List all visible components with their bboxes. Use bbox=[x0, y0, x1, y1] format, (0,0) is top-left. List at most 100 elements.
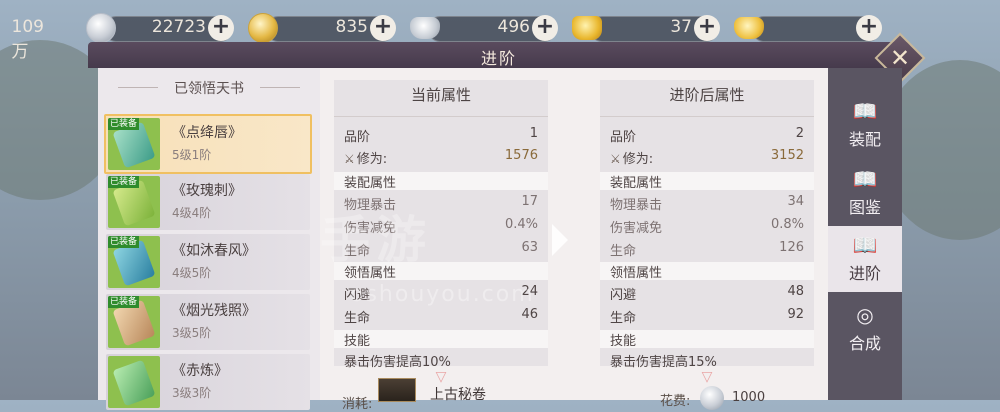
ancient-scroll-item-icon[interactable] bbox=[378, 378, 416, 402]
tab-synthesis[interactable]: ◎ 合成 bbox=[828, 296, 902, 360]
rank-label: 品阶 bbox=[610, 130, 637, 145]
equipped-tag: 已装备 bbox=[108, 118, 140, 130]
rank-row: 品阶 2 bbox=[610, 126, 804, 146]
attribute-row: 物理暴击 34 bbox=[610, 194, 804, 214]
currency-value: 496 bbox=[497, 17, 530, 37]
cultivation-label: 修为: bbox=[356, 152, 388, 167]
book-list-header: 已领悟天书 bbox=[98, 78, 320, 98]
tab-equip[interactable]: 📖 装配 bbox=[828, 92, 902, 156]
card-title: 当前属性 bbox=[410, 86, 471, 104]
cultivation-row: ⚔ 修为: 3152 bbox=[610, 148, 804, 168]
section-header: 装配属性 bbox=[600, 172, 814, 191]
rank-value: 2 bbox=[795, 126, 804, 141]
book-list-item[interactable]: 已装备 《点绛唇》 5级1阶 bbox=[104, 114, 312, 174]
book-list-item[interactable]: 《赤炼》 3级3阶 bbox=[106, 354, 310, 410]
chevron-down-icon: ▽ bbox=[701, 369, 713, 385]
book-icon: 📖 bbox=[852, 167, 878, 191]
attribute-value: 48 bbox=[787, 284, 804, 299]
chevron-down-icon: ▽ bbox=[435, 369, 447, 385]
attribute-label: 闪避 bbox=[610, 288, 637, 303]
attribute-label: 伤害减免 bbox=[610, 221, 663, 236]
cost-item-name: 上古秘卷 bbox=[430, 387, 486, 403]
cultivation-value: 1576 bbox=[504, 148, 538, 163]
currency-value: 22723 bbox=[151, 17, 206, 37]
add-currency-button[interactable]: + bbox=[856, 15, 882, 41]
after-attributes-card: 进阶后属性 品阶 2 ⚔ 修为: 3152 装配属性 物理暴击 34 伤害减免 0… bbox=[600, 80, 814, 384]
tab-advance[interactable]: 📖 进阶 bbox=[828, 226, 902, 292]
book-list-item[interactable]: 已装备 《玫瑰刺》 4级4阶 bbox=[106, 174, 310, 230]
divider bbox=[600, 116, 814, 117]
section-header: 领悟属性 bbox=[600, 262, 814, 281]
equipped-tag: 已装备 bbox=[108, 236, 140, 248]
book-level: 5级1阶 bbox=[172, 148, 212, 162]
section-header: 装配属性 bbox=[334, 172, 548, 191]
silver-coin-icon bbox=[700, 386, 724, 410]
attribute-value: 0.4% bbox=[504, 217, 538, 232]
window-title: 进阶 bbox=[480, 49, 517, 68]
card-title: 进阶后属性 bbox=[669, 86, 745, 104]
tab-label: 进阶 bbox=[848, 264, 881, 283]
cultivation-label: 修为: bbox=[622, 152, 654, 167]
book-level: 4级4阶 bbox=[172, 206, 212, 220]
book-name: 《赤炼》 bbox=[172, 363, 228, 379]
side-tabs: 📖 装配 📖 图鉴 📖 进阶 ◎ 合成 bbox=[828, 68, 902, 400]
book-thumbnail: 已装备 bbox=[108, 296, 160, 348]
attribute-row: 生命 126 bbox=[610, 240, 804, 260]
attribute-row: 闪避 48 bbox=[610, 284, 804, 304]
currency-value: 37 bbox=[670, 17, 692, 37]
book-name: 《玫瑰刺》 bbox=[172, 183, 242, 199]
book-list-item[interactable]: 已装备 《烟光残照》 3级5阶 bbox=[106, 294, 310, 350]
crossed-swords-icon: ⚔ bbox=[610, 152, 621, 166]
cost-label: 消耗: bbox=[342, 397, 373, 412]
attribute-value: 46 bbox=[521, 307, 538, 322]
swirl-icon: ◎ bbox=[856, 303, 874, 327]
book-thumbnail: 已装备 bbox=[108, 236, 160, 288]
tab-collection[interactable]: 📖 图鉴 bbox=[828, 160, 902, 224]
add-currency-button[interactable]: + bbox=[208, 15, 234, 41]
attribute-label: 生命 bbox=[610, 311, 637, 326]
silver-coin-icon bbox=[86, 13, 116, 43]
attribute-value: 126 bbox=[779, 240, 804, 255]
tab-label: 合成 bbox=[848, 334, 881, 353]
book-list-panel: 已领悟天书 已装备 《点绛唇》 5级1阶 已装备 《玫瑰刺》 4级4阶 已装备 … bbox=[98, 68, 320, 410]
skill-text: 暴击伤害提高15% bbox=[610, 355, 717, 370]
book-icon: 📖 bbox=[852, 99, 878, 123]
book-icon: 📖 bbox=[852, 233, 878, 257]
book-level: 3级5阶 bbox=[172, 326, 212, 340]
fee-value: 1000 bbox=[732, 390, 766, 405]
gold-ingot-icon bbox=[572, 16, 602, 40]
attribute-row: 生命 46 bbox=[344, 307, 538, 327]
watermark-url: oshouyou.com bbox=[350, 282, 535, 307]
arrow-right-icon bbox=[550, 222, 570, 258]
attribute-row: 生命 92 bbox=[610, 307, 804, 327]
attribute-value: 17 bbox=[521, 194, 538, 209]
attribute-label: 生命 bbox=[344, 311, 371, 326]
book-level: 4级5阶 bbox=[172, 266, 212, 280]
book-thumbnail: 已装备 bbox=[108, 176, 160, 228]
cultivation-value: 3152 bbox=[770, 148, 804, 163]
gold-coin-icon bbox=[248, 13, 278, 43]
crossed-swords-icon: ⚔ bbox=[344, 152, 355, 166]
attribute-value: 92 bbox=[787, 307, 804, 322]
attribute-label: 物理暴击 bbox=[610, 198, 663, 213]
rank-value: 1 bbox=[529, 126, 538, 141]
book-list-item[interactable]: 已装备 《如沐春风》 4级5阶 bbox=[106, 234, 310, 290]
skill-row: 暴击伤害提高15% bbox=[610, 351, 804, 371]
attribute-row: 伤害减免 0.8% bbox=[610, 217, 804, 237]
skill-row: 暴击伤害提高10% bbox=[344, 351, 538, 371]
book-name: 《点绛唇》 bbox=[172, 125, 242, 141]
silver-ingot-icon bbox=[410, 17, 440, 39]
gold-ingot-icon bbox=[734, 17, 764, 39]
section-header: 技能 bbox=[600, 330, 814, 349]
add-currency-button[interactable]: + bbox=[370, 15, 396, 41]
book-thumbnail bbox=[108, 356, 160, 408]
skill-text: 暴击伤害提高10% bbox=[344, 355, 451, 370]
add-currency-button[interactable]: + bbox=[532, 15, 558, 41]
add-currency-button[interactable]: + bbox=[694, 15, 720, 41]
tab-label: 装配 bbox=[848, 130, 881, 149]
tab-label: 图鉴 bbox=[848, 198, 881, 217]
attribute-value: 34 bbox=[787, 194, 804, 209]
equipped-tag: 已装备 bbox=[108, 176, 140, 188]
cultivation-row: ⚔ 修为: 1576 bbox=[344, 148, 538, 168]
currency-value: 835 bbox=[335, 17, 368, 37]
